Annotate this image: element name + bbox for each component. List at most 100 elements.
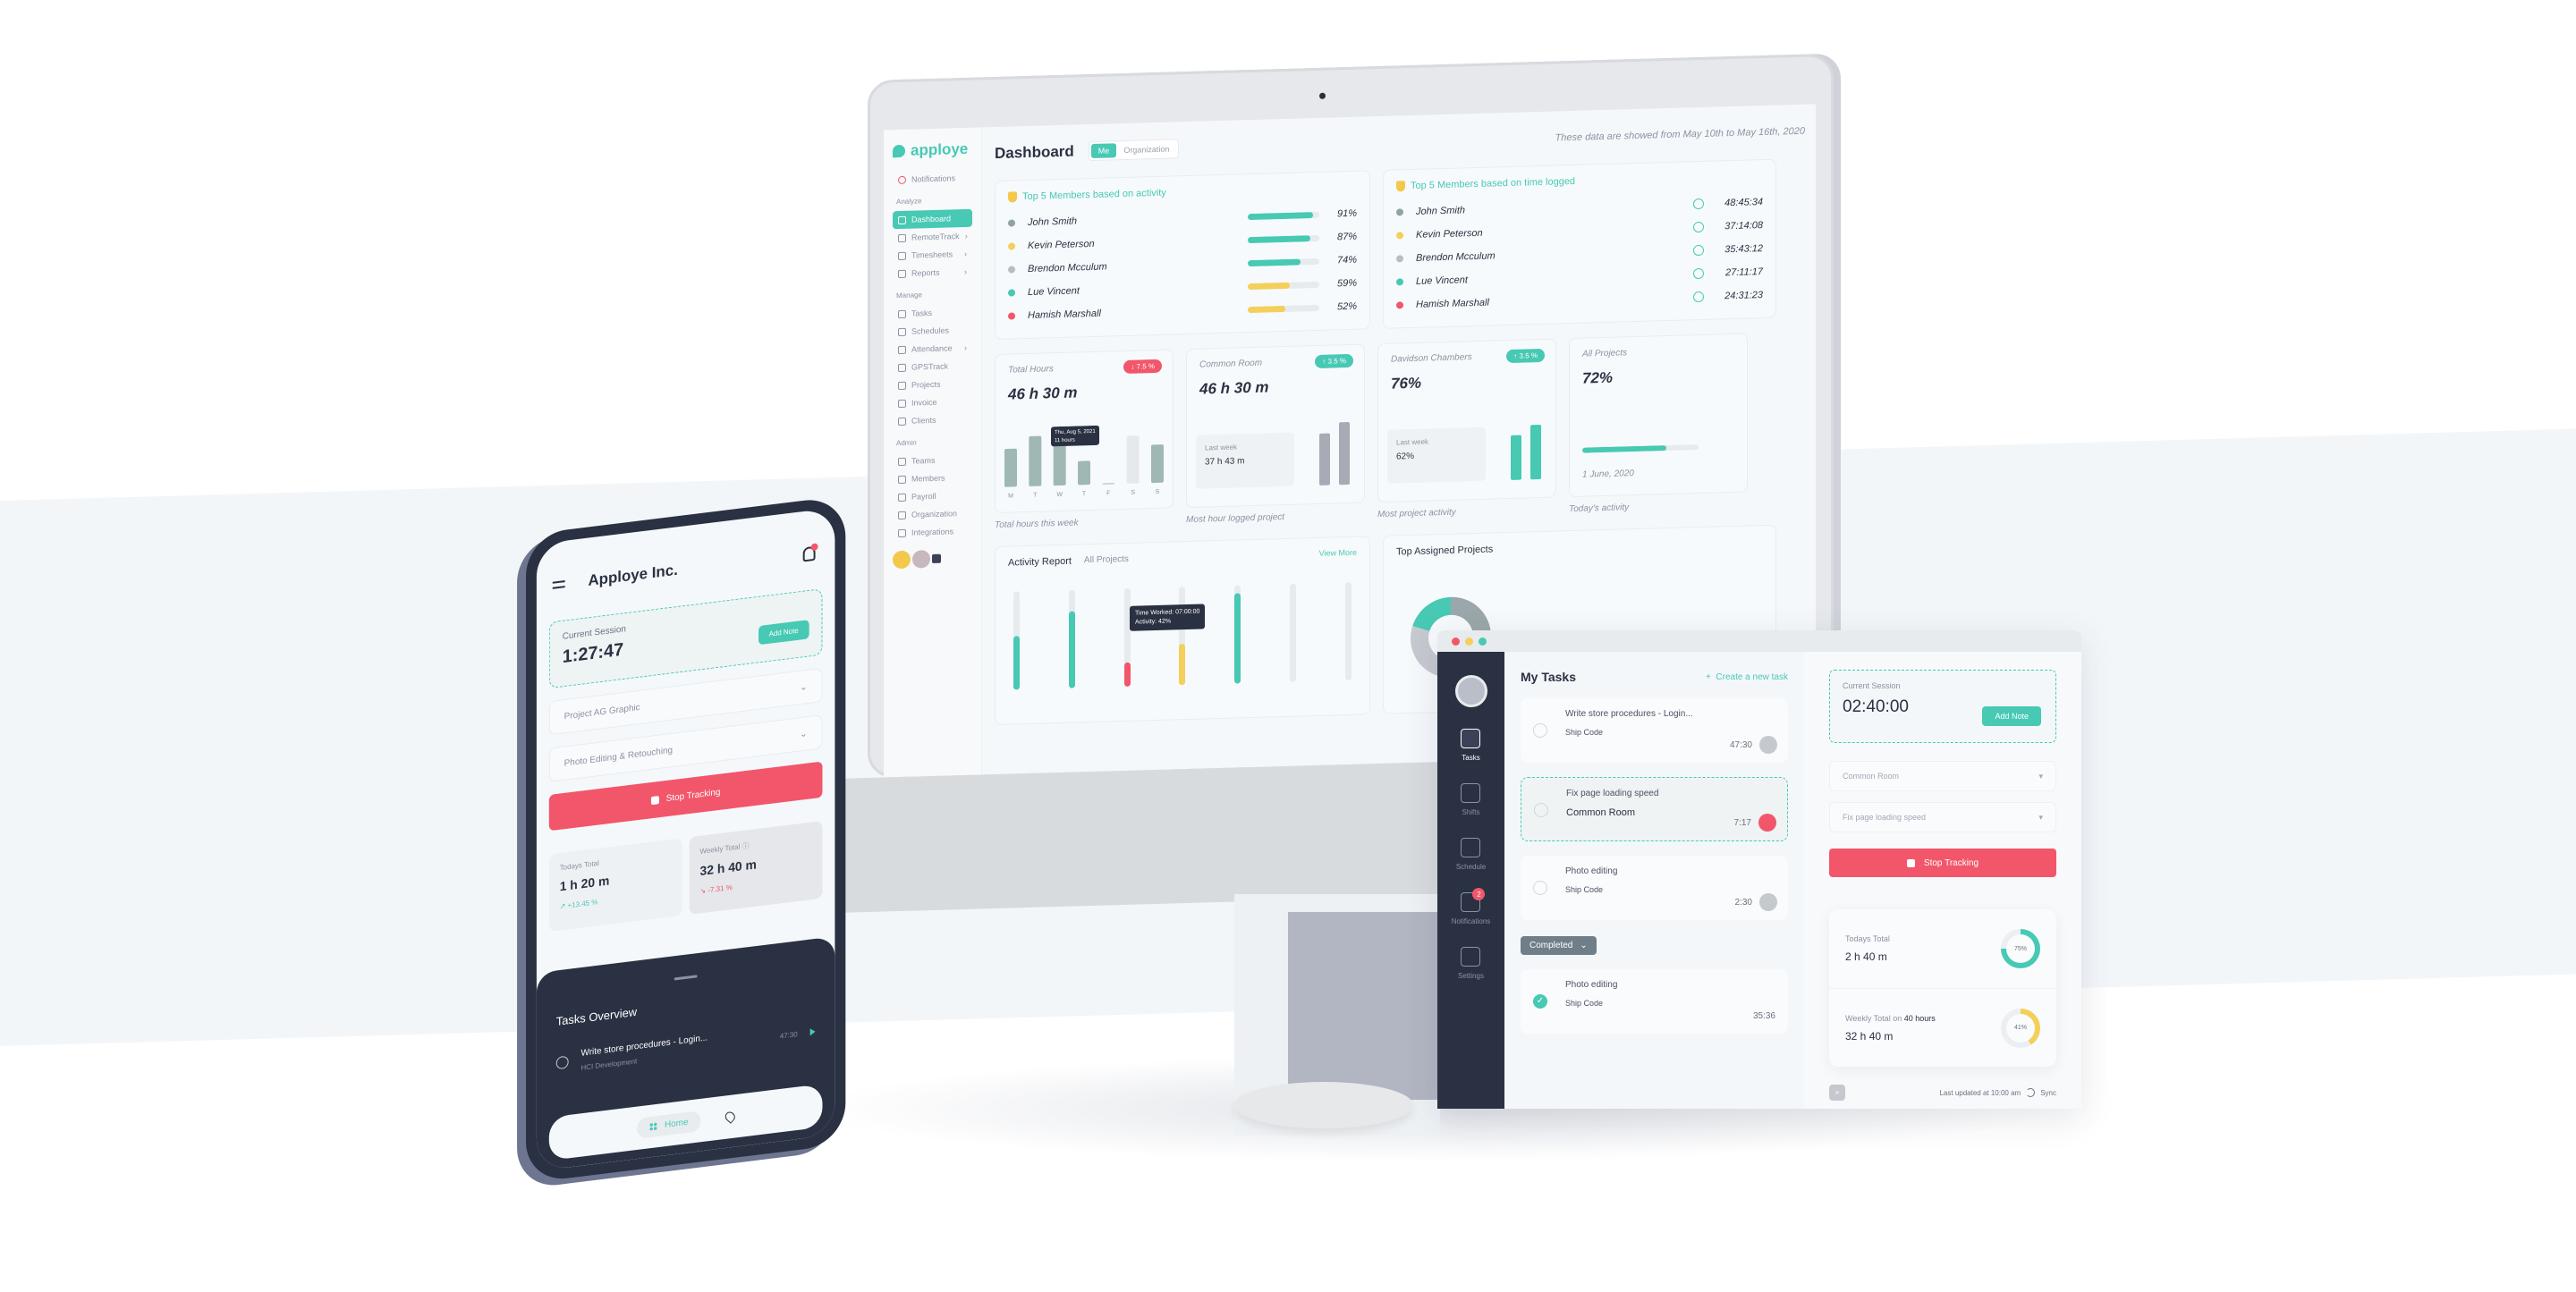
- member-name: Brendon Mcculum: [1028, 261, 1107, 275]
- sidebar-item-invoice[interactable]: Invoice: [893, 393, 972, 412]
- user-avatar[interactable]: [1454, 675, 1487, 707]
- task-checkbox[interactable]: ✓: [1533, 994, 1547, 1009]
- view-more-link[interactable]: View More: [1319, 548, 1357, 560]
- hours-bar[interactable]: [1102, 483, 1115, 485]
- member-avatars[interactable]: [893, 549, 972, 570]
- task-project: Ship Code: [1565, 999, 1604, 1008]
- day-label: S: [1156, 489, 1160, 495]
- completed-dropdown[interactable]: Completed ⌄: [1521, 936, 1597, 955]
- home-grid-icon: [649, 1121, 658, 1131]
- sync-button[interactable]: Sync: [2040, 1089, 2056, 1097]
- activity-bar[interactable]: [1290, 583, 1297, 682]
- activity-bar[interactable]: [1068, 589, 1075, 688]
- location-pin-icon[interactable]: [723, 1110, 737, 1124]
- nav-tasks[interactable]: Tasks: [1452, 729, 1491, 762]
- last-week-box: Last week 37 h 43 m: [1196, 432, 1294, 489]
- hours-bar[interactable]: [1126, 435, 1140, 484]
- sidebar-item-integrations[interactable]: Integrations: [893, 522, 972, 542]
- hours-bar[interactable]: [1004, 448, 1017, 487]
- task-checkbox[interactable]: [1533, 723, 1547, 738]
- sidebar-item-organization[interactable]: Organization: [893, 504, 972, 524]
- stat-all-projects: All Projects 72% 1 June, 2020 Today's ac…: [1569, 333, 1748, 514]
- compare-bar: [1530, 425, 1541, 480]
- close-window-button[interactable]: [1452, 637, 1460, 646]
- member-name: Lue Vincent: [1028, 285, 1080, 299]
- project-select[interactable]: Common Room ▾: [1829, 761, 2056, 791]
- nav-notifications[interactable]: 2 Notifications: [1452, 888, 1490, 925]
- project-filter[interactable]: All Projects: [1084, 554, 1129, 566]
- task-checkbox[interactable]: [1534, 803, 1548, 817]
- chevron-right-icon: ›: [964, 266, 967, 276]
- add-note-button[interactable]: Add Note: [1982, 706, 2041, 726]
- sidebar-item-timesheets[interactable]: Timesheets ›: [893, 245, 972, 265]
- activity-bar[interactable]: [1013, 591, 1020, 690]
- trophy-icon: [1008, 191, 1017, 203]
- sidebar-item-clients[interactable]: Clients: [893, 410, 972, 430]
- sync-icon[interactable]: [2026, 1088, 2036, 1097]
- task-select[interactable]: Fix page loading speed ▾: [1829, 802, 2056, 832]
- task-project: Common Room: [1566, 807, 1636, 818]
- hours-bar[interactable]: [1029, 435, 1042, 486]
- activity-bar[interactable]: [1234, 585, 1241, 684]
- sidebar-item-members[interactable]: Members: [893, 469, 972, 488]
- menu-icon[interactable]: [552, 580, 565, 589]
- sidebar-item-payroll[interactable]: Payroll: [893, 486, 972, 506]
- trend-badge: ↑ 3.5 %: [1506, 348, 1545, 364]
- hours-bar[interactable]: [1151, 444, 1164, 484]
- sidebar-item-projects[interactable]: Projects: [893, 375, 972, 394]
- minimize-window-button[interactable]: [1465, 637, 1473, 646]
- play-icon[interactable]: [809, 1027, 816, 1036]
- nav-shifts[interactable]: Shifts: [1452, 783, 1491, 816]
- create-task-button[interactable]: + Create a new task: [1706, 672, 1788, 682]
- last-week-label: Last week: [1205, 443, 1238, 452]
- today-total-text: Todays Total 2 h 40 m: [1845, 934, 1890, 963]
- task-card[interactable]: ✓ Photo editing Ship Code 35:36: [1521, 969, 1788, 1034]
- toggle-me[interactable]: Me: [1090, 143, 1117, 159]
- task-checkbox[interactable]: [555, 1055, 569, 1070]
- maximize-window-button[interactable]: [1479, 637, 1487, 646]
- stop-timer-button[interactable]: [1758, 814, 1776, 832]
- nav-home[interactable]: Home: [637, 1110, 701, 1139]
- sidebar-item-dashboard[interactable]: Dashboard: [893, 208, 972, 230]
- integrations-icon: [898, 528, 906, 537]
- task-item[interactable]: Write store procedures - Login... HCI De…: [555, 1020, 816, 1076]
- hours-bar[interactable]: [1078, 460, 1090, 486]
- sidebar-item-notifications[interactable]: Notifications: [893, 169, 972, 189]
- monitor-stand-shadow: [1288, 912, 1440, 1100]
- apploye-logo[interactable]: apploye: [893, 140, 972, 160]
- sidebar-item-schedules[interactable]: Schedules: [893, 321, 972, 341]
- activity-bar[interactable]: [1123, 587, 1131, 687]
- task-card[interactable]: Write store procedures - Login... Ship Co…: [1521, 698, 1788, 763]
- sidebar-item-label: Notifications: [911, 173, 956, 184]
- nav-settings[interactable]: Settings: [1452, 947, 1491, 980]
- task-card[interactable]: Photo editing Ship Code 2:30: [1521, 856, 1788, 920]
- activity-bar-fill: [1248, 234, 1310, 243]
- bell-icon[interactable]: [802, 545, 816, 562]
- stop-tracking-button[interactable]: Stop Tracking: [1829, 849, 2056, 877]
- task-checkbox[interactable]: [1533, 881, 1547, 895]
- weekly-total-value: 32 h 40 m: [699, 857, 757, 879]
- sidebar-item-tasks[interactable]: Tasks: [893, 303, 972, 323]
- today-total-value: 2 h 40 m: [1845, 950, 1887, 963]
- play-timer-button[interactable]: [1759, 736, 1777, 754]
- expand-icon[interactable]: »: [1829, 1085, 1845, 1101]
- gear-icon: [1461, 947, 1481, 967]
- toggle-organization[interactable]: Organization: [1116, 141, 1176, 157]
- my-tasks-title: My Tasks: [1521, 670, 1576, 684]
- member-name: John Smith: [1416, 205, 1466, 217]
- sidebar-item-gpstrack[interactable]: GPSTrack: [893, 357, 972, 376]
- activity-bar[interactable]: [1179, 587, 1186, 686]
- logo-icon: [893, 144, 905, 158]
- nav-schedule[interactable]: Schedule: [1452, 838, 1491, 871]
- sheet-handle[interactable]: [674, 975, 698, 981]
- task-card[interactable]: Fix page loading speed Common Room 7:17: [1521, 777, 1788, 841]
- sidebar-item-reports[interactable]: Reports ›: [893, 263, 972, 283]
- info-icon[interactable]: ⓘ: [741, 841, 749, 850]
- activity-bar[interactable]: [1344, 581, 1352, 681]
- sidebar-item-attendance[interactable]: Attendance ›: [893, 339, 972, 359]
- weekly-change: -7.31 %: [708, 882, 733, 895]
- play-timer-button[interactable]: [1759, 893, 1777, 911]
- sidebar-item-teams[interactable]: Teams: [893, 451, 972, 470]
- sidebar-item-remotetrack[interactable]: RemoteTrack ›: [893, 227, 972, 247]
- task-project: Ship Code: [1565, 885, 1604, 894]
